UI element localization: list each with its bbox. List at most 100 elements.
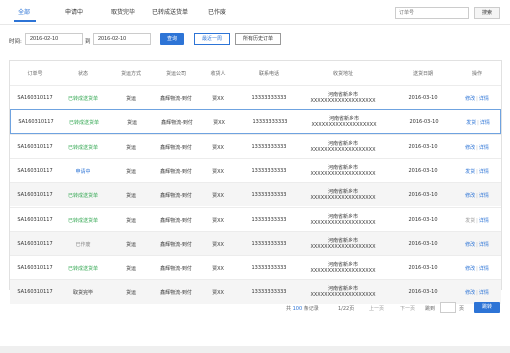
delivery-date: 2016-03-10 [408, 167, 438, 174]
query-button[interactable]: 查询 [160, 33, 184, 45]
tab-all[interactable]: 全部 [18, 7, 30, 16]
order-search-input[interactable] [395, 7, 469, 19]
row-action-primary[interactable]: 发货 [465, 218, 475, 224]
row-action-details[interactable]: 详情 [480, 120, 490, 126]
table-row[interactable]: SA160310117 已转成送货单 货运 鑫辉物流-到付 贾XX 13333333333… [10, 85, 501, 109]
tab-converted[interactable]: 已转成送货单 [152, 7, 188, 16]
order-number: SA160310117 [18, 119, 54, 126]
receiver-name: 贾XX [212, 144, 224, 151]
next-page-link[interactable]: 下一页 [400, 305, 415, 312]
tab-divider [0, 24, 510, 25]
row-action-details[interactable]: 详情 [479, 266, 489, 272]
phone-number: 13333333333 [251, 240, 287, 247]
prev-page-link[interactable]: 上一页 [369, 305, 384, 312]
receiver-name: 贾XX [213, 120, 225, 127]
delivery-address: 河南省新乡市 XXXXXXXXXXXXXXXXXXX [306, 238, 380, 250]
footer-bar [0, 346, 510, 353]
row-action-primary[interactable]: 修改 [465, 290, 475, 296]
row-actions: 修改|详情 [459, 192, 495, 199]
header-status: 状态 [77, 71, 88, 77]
header-actions: 操作 [471, 71, 482, 77]
header-company: 货运公司 [165, 71, 186, 77]
row-action-details[interactable]: 详情 [479, 193, 489, 199]
delivery-date: 2016-03-10 [408, 216, 438, 223]
shipping-company: 鑫辉物流-到付 [160, 96, 192, 102]
row-action-primary[interactable]: 修改 [465, 96, 475, 102]
orders-table: 订单号 状态 货运方式 货运公司 收货人 联系电话 收货地址 送货日期 操作 S… [9, 60, 502, 304]
row-action-details[interactable]: 详情 [479, 218, 489, 224]
total-prefix: 共 [286, 306, 292, 312]
tab-applying[interactable]: 申请中 [65, 7, 83, 16]
row-action-details[interactable]: 详情 [479, 242, 489, 248]
status-badge: 取货完毕 [72, 290, 93, 297]
header-method: 货运方式 [120, 71, 141, 77]
delivery-address: 河南省新乡市 XXXXXXXXXXXXXXXXXXX [306, 262, 380, 274]
header-date: 送货日期 [412, 71, 433, 77]
shipping-company: 鑫辉物流-到付 [160, 144, 192, 151]
receiver-name: 贾XX [212, 168, 224, 175]
to-label: 到 [85, 39, 91, 45]
address-line-2: XXXXXXXXXXXXXXXXXXX [310, 219, 376, 226]
delivery-date: 2016-03-10 [408, 95, 438, 101]
row-action-primary[interactable]: 发货 [465, 169, 475, 175]
status-badge: 已转成送货单 [67, 266, 98, 273]
row-actions: 发货|详情 [459, 217, 495, 224]
date-from-input[interactable] [25, 33, 83, 45]
header-address: 收货地址 [332, 71, 353, 77]
order-number: SA160310117 [17, 216, 53, 223]
shipping-method: 货运 [125, 217, 136, 224]
page-number-input[interactable] [440, 302, 456, 313]
row-action-details[interactable]: 详情 [479, 145, 489, 151]
header-receiver: 收货人 [210, 71, 226, 77]
table-row[interactable]: SA160310117 已转成送货单 货运 鑫辉物流-到付 贾XX 13333333333… [10, 182, 501, 207]
table-row[interactable]: SA160310117 取货完毕 货运 鑫辉物流-到付 贾XX 13333333333 河南… [10, 279, 501, 304]
row-action-primary[interactable]: 修改 [465, 193, 475, 199]
row-action-details[interactable]: 详情 [479, 96, 489, 102]
last-week-button[interactable]: 最近一周 [194, 33, 230, 45]
table-row[interactable]: SA160310117 已转成送货单 货运 鑫辉物流-到付 贾XX 13333333333… [10, 255, 501, 279]
shipping-company: 鑫辉物流-到付 [160, 241, 192, 248]
order-number: SA160310117 [17, 167, 53, 174]
table-row[interactable]: SA160310117 已转成送货单 货运 鑫辉物流-到付 贾XX 13333333333… [10, 133, 501, 158]
receiver-name: 贾XX [212, 266, 224, 273]
address-line-2: XXXXXXXXXXXXXXXXXXX [310, 146, 376, 153]
address-line-2: XXXXXXXXXXXXXXXXXXX [310, 243, 376, 250]
all-history-button[interactable]: 所有历史订单 [235, 33, 281, 45]
total-count: 100 [292, 306, 303, 312]
delivery-address: 河南省新乡市 XXXXXXXXXXXXXXXXXXX [306, 286, 380, 298]
table-row[interactable]: SA160310117 已作废 货运 鑫辉物流-到付 贾XX 13333333333 河南省… [10, 230, 501, 256]
phone-number: 13333333333 [251, 95, 287, 101]
date-to-input[interactable] [93, 33, 151, 45]
delivery-address: 河南省新乡市 XXXXXXXXXXXXXXXXXXX [306, 189, 380, 201]
row-action-primary[interactable]: 发货 [466, 120, 476, 126]
delivery-date: 2016-03-10 [408, 192, 438, 199]
table-row[interactable]: SA160310117 已转成送货单 货运 鑫辉物流-到付 贾XX 13333333333… [10, 206, 501, 231]
search-button[interactable]: 搜索 [474, 7, 500, 19]
tab-picked-up[interactable]: 取货完毕 [111, 7, 135, 16]
shipping-method: 货运 [125, 290, 136, 297]
shipping-method: 货运 [125, 266, 136, 273]
order-number: SA160310117 [17, 240, 53, 247]
tab-voided[interactable]: 已作废 [208, 7, 226, 16]
shipping-company: 鑫辉物流-到付 [160, 266, 192, 273]
row-action-primary[interactable]: 修改 [465, 145, 475, 151]
shipping-company: 鑫辉物流-到付 [160, 290, 192, 297]
phone-number: 13333333333 [251, 143, 287, 150]
status-badge: 申请中 [75, 168, 91, 175]
address-line-2: XXXXXXXXXXXXXXXXXXX [310, 170, 376, 177]
shipping-method: 货运 [125, 193, 136, 200]
row-action-details[interactable]: 详情 [479, 290, 489, 296]
goto-label: 跳到 [425, 306, 436, 312]
row-action-primary[interactable]: 修改 [465, 242, 475, 248]
row-action-details[interactable]: 详情 [479, 169, 489, 175]
row-actions: 修改|详情 [459, 289, 495, 296]
jump-button[interactable]: 跳转 [474, 302, 500, 313]
delivery-address: 河南省新乡市 XXXXXXXXXXXXXXXXXXX [306, 165, 380, 177]
table-row[interactable]: SA160310117 已转成送货单 货运 鑫辉物流-到付 贾XX 13333333333… [10, 109, 501, 134]
status-badge: 已转成送货单 [68, 120, 99, 127]
order-number: SA160310117 [17, 192, 53, 199]
active-tab-indicator [14, 20, 36, 22]
table-row[interactable]: SA160310117 申请中 货运 鑫辉物流-到付 贾XX 13333333333 河南省… [10, 157, 501, 182]
shipping-company: 鑫辉物流-到付 [160, 193, 192, 200]
row-action-primary[interactable]: 修改 [465, 266, 475, 272]
